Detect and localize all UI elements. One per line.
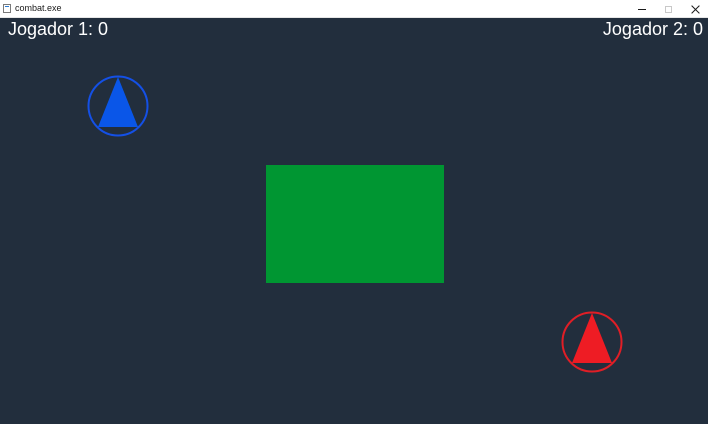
player-2-tank-icon bbox=[561, 311, 623, 373]
app-window-icon bbox=[3, 4, 11, 13]
close-button[interactable] bbox=[682, 0, 708, 18]
player-1-score: Jogador 1: 0 bbox=[8, 19, 109, 39]
close-icon bbox=[691, 5, 700, 14]
maximize-icon bbox=[665, 5, 672, 13]
player-2-score: Jogador 2: 0 bbox=[602, 19, 703, 39]
minimize-button[interactable] bbox=[628, 0, 655, 18]
game-canvas[interactable]: Jogador 1: 0 Jogador 2: 0 bbox=[0, 18, 708, 424]
minimize-icon bbox=[637, 8, 646, 10]
player-1-tank bbox=[87, 75, 149, 137]
obstacle-block bbox=[266, 165, 444, 283]
game-window: combat.exe Jogador 1: 0 Jogador 2: 0 bbox=[0, 0, 708, 424]
window-title: combat.exe bbox=[15, 3, 62, 13]
player-2-tank bbox=[561, 311, 623, 373]
maximize-button[interactable] bbox=[655, 0, 682, 18]
title-bar[interactable]: combat.exe bbox=[0, 0, 708, 18]
player-1-tank-icon bbox=[87, 75, 149, 137]
